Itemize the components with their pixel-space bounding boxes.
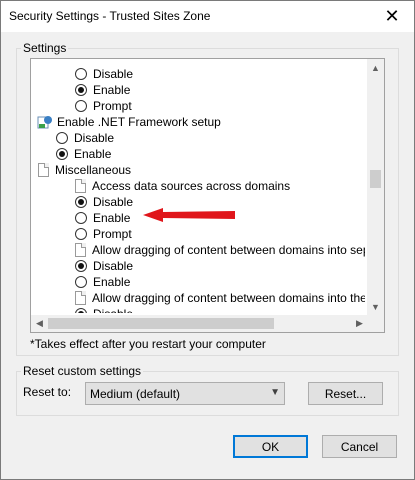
tree-item-label: Enable [93,211,131,225]
net-framework-icon [37,116,52,129]
tree-item-label: Miscellaneous [55,163,132,177]
reset-level-select[interactable]: Medium (default) ▼ [85,382,285,405]
tree-item-label: Disable [93,195,134,209]
tree-section-header: Enable .NET Framework setup [37,114,221,130]
scrollbar-corner [367,315,384,332]
radio-option-disable[interactable]: Disable [75,194,133,210]
tree-item-label: Prompt [93,227,132,241]
radio-option-disable[interactable]: Disable [56,130,114,146]
tree-item-label: Enable [93,275,131,289]
radio-unchecked-icon[interactable] [75,68,87,80]
tree-item-label: Prompt [93,99,132,113]
security-settings-dialog: Security Settings - Trusted Sites Zone ✕… [0,0,415,480]
reset-group-label: Reset custom settings [21,364,144,378]
tree-section-header: Access data sources across domains [75,178,290,194]
radio-option-prompt[interactable]: Prompt [75,226,132,242]
document-icon [38,163,49,177]
radio-checked-icon[interactable] [75,196,87,208]
reset-level-value: Medium (default) [90,386,181,401]
radio-option-disable[interactable]: Disable [75,258,133,274]
reset-button[interactable]: Reset... [308,382,383,405]
horizontal-scrollbar[interactable]: ◀ ▶ [31,315,368,332]
document-icon [75,179,86,193]
ok-button[interactable]: OK [233,435,308,458]
radio-option-prompt[interactable]: Prompt [75,98,132,114]
document-icon [75,291,86,305]
radio-checked-icon[interactable] [56,148,68,160]
window-title: Security Settings - Trusted Sites Zone [9,9,211,23]
red-annotation-arrow-icon [143,208,235,222]
tree-section-header: Allow dragging of content between domain… [75,242,365,258]
title-bar: Security Settings - Trusted Sites Zone ✕ [1,1,414,32]
radio-unchecked-icon[interactable] [56,132,68,144]
radio-option-enable[interactable]: Enable [75,274,130,290]
radio-unchecked-icon[interactable] [75,100,87,112]
radio-checked-icon[interactable] [75,84,87,96]
cancel-button[interactable]: Cancel [322,435,397,458]
tree-section-header: Allow dragging of content between domain… [75,290,365,306]
tree-item-label: Allow dragging of content between domain… [92,243,365,257]
radio-unchecked-icon[interactable] [75,228,87,240]
tree-item-label: Disable [93,259,134,273]
settings-tree[interactable]: Disable Enable Prompt Enable .NET Framework… [30,58,385,333]
tree-item-label: Allow dragging of content between domain… [92,291,365,305]
tree-item-label: Enable .NET Framework setup [57,115,221,129]
radio-option-enable[interactable]: Enable [56,146,111,162]
tree-item-label: Disable [93,307,133,313]
radio-option-enable[interactable]: Enable [75,210,130,226]
radio-option-disable[interactable]: Disable [75,66,133,82]
tree-item-label: Disable [74,131,115,145]
radio-unchecked-icon[interactable] [75,276,87,288]
tree-section-header: Miscellaneous [38,162,131,178]
settings-group-label: Settings [21,41,69,55]
scroll-left-icon[interactable]: ◀ [31,315,48,332]
tree-item-label: Disable [93,67,134,81]
vertical-scroll-thumb[interactable] [370,170,381,188]
tree-item-label: Enable [93,83,131,97]
vertical-scrollbar[interactable]: ▲ ▼ [367,59,384,315]
horizontal-scroll-thumb[interactable] [48,318,274,329]
close-icon[interactable]: ✕ [376,3,408,29]
settings-tree-content: Disable Enable Prompt Enable .NET Framework… [31,59,365,313]
chevron-down-icon: ▼ [270,387,280,398]
tree-item-label: Access data sources across domains [92,179,291,193]
radio-checked-icon[interactable] [75,260,87,272]
tree-item-label: Enable [74,147,112,161]
scroll-down-icon[interactable]: ▼ [367,298,384,315]
radio-option-disable[interactable]: Disable [75,306,133,313]
radio-option-enable[interactable]: Enable [75,82,130,98]
scroll-right-icon[interactable]: ▶ [351,315,368,332]
document-icon [75,243,86,257]
scroll-up-icon[interactable]: ▲ [367,59,384,76]
radio-unchecked-icon[interactable] [75,212,87,224]
reset-to-label: Reset to: [23,385,72,399]
radio-checked-icon[interactable] [75,308,87,313]
restart-note: *Takes effect after you restart your com… [30,337,266,351]
